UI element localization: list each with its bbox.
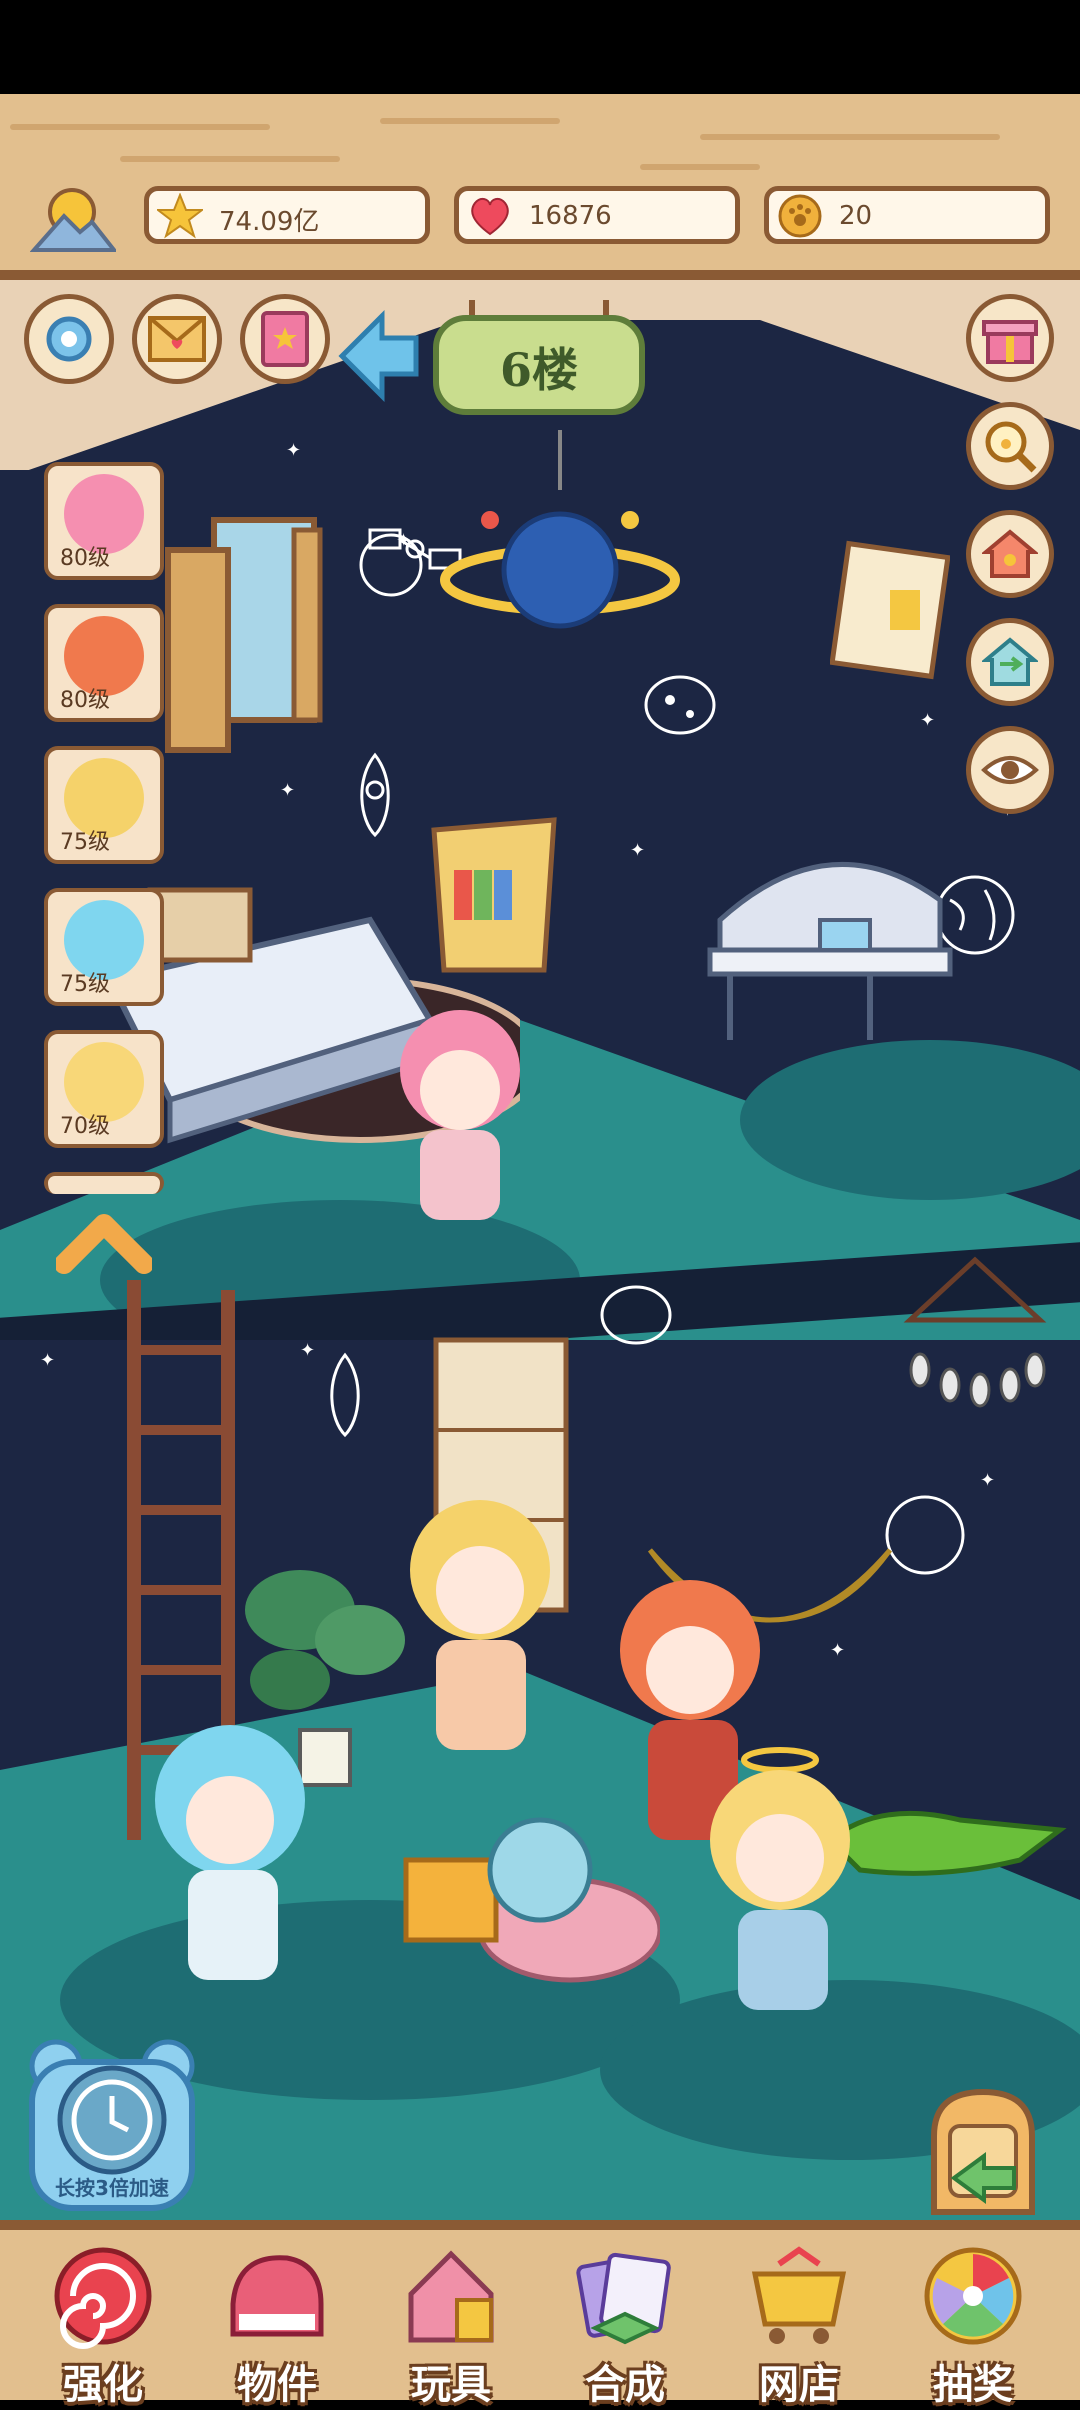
swirl-icon	[54, 2247, 152, 2349]
asteroid-doodle	[644, 675, 716, 735]
eye-icon	[981, 756, 1039, 784]
window	[165, 517, 323, 753]
toy-house-icon	[408, 2250, 494, 2343]
character-card[interactable]: 70级	[44, 1030, 164, 1148]
visit-friends-button[interactable]	[966, 618, 1054, 706]
nav-lottery[interactable]: 抽奖	[898, 2244, 1048, 2408]
character-level: 80级	[60, 688, 110, 713]
back-arrow-icon[interactable]	[332, 306, 422, 406]
stars-counter: 74.09亿	[144, 186, 430, 244]
nav-upgrade[interactable]: 强化	[28, 2244, 178, 2408]
character-angel[interactable]	[680, 1740, 880, 2040]
floor-label: 6楼	[499, 343, 578, 397]
nav-shop-label: 网店	[759, 2362, 839, 2408]
character-card[interactable]: 75级	[44, 888, 164, 1006]
character-level: 80级	[60, 546, 110, 571]
character-level: 75级	[60, 972, 110, 997]
status-bar	[0, 0, 1080, 94]
book-icon	[261, 311, 309, 367]
hearts-counter: 16876	[454, 186, 740, 244]
nav-upgrade-label: 强化	[63, 2362, 143, 2408]
character-blue-hair[interactable]	[140, 1710, 320, 2010]
planet-chandelier	[440, 430, 680, 629]
character-card-partial[interactable]	[44, 1172, 164, 1194]
nav-toys-label: 玩具	[411, 2362, 491, 2408]
gear-icon	[46, 316, 92, 362]
wind-chime	[903, 1256, 1047, 1408]
asteroid-doodle-2	[600, 1285, 672, 1345]
speed-up-label: 长按3倍加速	[55, 2176, 169, 2200]
collapse-up-arrow-icon[interactable]	[56, 1210, 152, 1280]
mail-button[interactable]	[132, 294, 222, 384]
settings-button[interactable]	[24, 294, 114, 384]
stars-value: 74.09亿	[219, 207, 320, 237]
magnifier-paw-icon	[985, 421, 1037, 473]
nav-lottery-label: 抽奖	[933, 2362, 1013, 2408]
piano-icon	[230, 2255, 324, 2337]
planet-doodle	[359, 533, 423, 597]
handbook-button[interactable]	[240, 294, 330, 384]
bottom-navigation: 强化 物件 玩具 合成 网店 抽奖	[0, 2220, 1080, 2408]
floor-sign[interactable]: 6楼	[432, 300, 646, 416]
star-icon	[157, 193, 203, 239]
nav-shop[interactable]: 网店	[724, 2244, 874, 2408]
nav-toys[interactable]: 玩具	[376, 2244, 526, 2408]
character-card[interactable]: 75级	[44, 746, 164, 864]
heart-icon	[471, 197, 509, 236]
desk-with-laptop	[707, 862, 953, 1040]
nav-merge[interactable]: 合成	[550, 2244, 700, 2408]
character-level: 75级	[60, 830, 110, 855]
character-blonde-princess[interactable]	[380, 1490, 580, 1780]
lottery-wheel-icon	[924, 2247, 1022, 2345]
wall-calendar	[830, 540, 950, 680]
house-paw-icon	[982, 529, 1038, 578]
gift-icon	[982, 320, 1038, 364]
character-pink-hair[interactable]	[380, 1000, 540, 1260]
cards-icon	[576, 2252, 671, 2345]
house-swap-icon	[982, 637, 1038, 686]
nav-merge-label: 合成	[585, 2362, 665, 2408]
rocket-doodle	[360, 752, 390, 838]
nav-items[interactable]: 物件	[202, 2244, 352, 2408]
nav-items-label: 物件	[237, 2362, 317, 2408]
paw-coins-value: 20	[839, 201, 873, 231]
exit-door-icon[interactable]	[924, 2086, 1042, 2216]
weather-sun-mountain-icon[interactable]	[30, 186, 116, 256]
top-resource-bar: 74.09亿 16876 20	[0, 94, 1080, 280]
character-level: 70级	[60, 1114, 110, 1139]
envelope-icon	[148, 316, 206, 362]
home-button[interactable]	[966, 510, 1054, 598]
search-paw-button[interactable]	[966, 402, 1054, 490]
speed-up-button[interactable]: 长按3倍加速	[24, 2036, 200, 2214]
hearts-value: 16876	[529, 201, 612, 231]
shop-cart-icon	[751, 2246, 847, 2344]
character-card[interactable]: 80级	[44, 604, 164, 722]
paw-coin-icon	[778, 194, 822, 238]
gift-button[interactable]	[966, 294, 1054, 382]
view-toggle-button[interactable]	[966, 726, 1054, 814]
character-card[interactable]: 80级	[44, 462, 164, 580]
paw-coins-counter: 20	[764, 186, 1050, 244]
rocket-doodle-2	[330, 1352, 360, 1438]
